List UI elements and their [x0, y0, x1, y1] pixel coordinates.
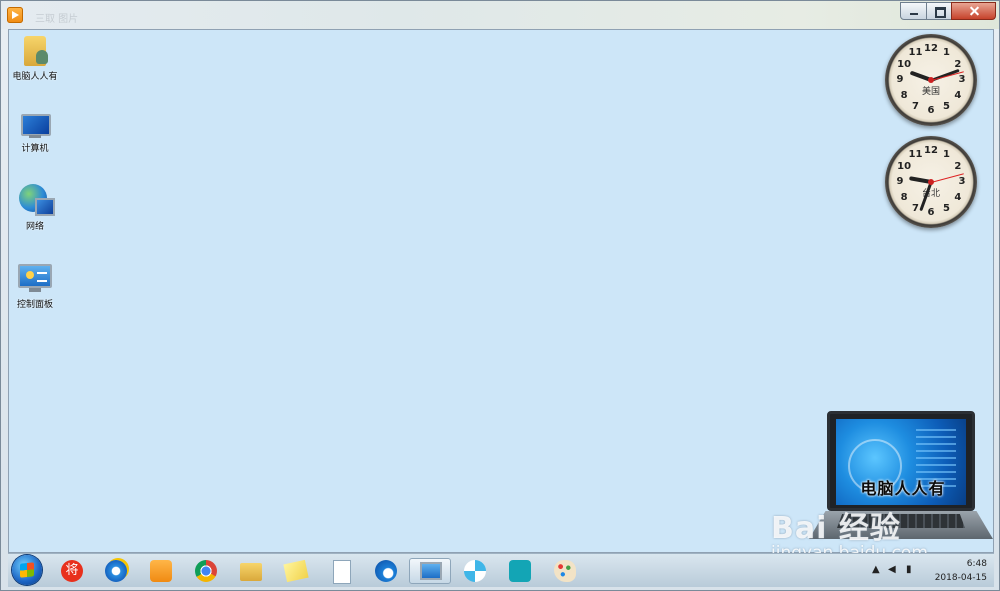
- clock-number: 9: [896, 176, 904, 187]
- clock-number: 7: [912, 100, 919, 112]
- network-signal-icon[interactable]: ▮: [906, 564, 912, 575]
- desktop-icon-user-folder[interactable]: 电脑人人有: [7, 36, 63, 82]
- minimize-button[interactable]: [900, 2, 927, 20]
- desktop-icon-label: 网络: [25, 222, 44, 232]
- clock-number: 6: [927, 207, 935, 218]
- control-panel-icon: [18, 264, 52, 294]
- document-icon: [333, 560, 351, 584]
- media-player-app-icon[interactable]: [7, 7, 23, 23]
- desktop-icon-label: 电脑人人有: [12, 72, 58, 82]
- desktop-icon-network[interactable]: 网络: [7, 184, 63, 232]
- clock-number: 4: [954, 89, 962, 101]
- tray-expand-icon[interactable]: ▲: [872, 564, 880, 575]
- clock-number: 5: [943, 202, 950, 214]
- clock-number: 8: [900, 89, 908, 101]
- clock-number: 8: [900, 191, 908, 203]
- clock-number: 2: [954, 160, 962, 172]
- clock-number: 4: [954, 191, 962, 203]
- taskbar-edge[interactable]: [372, 558, 400, 584]
- taskbar: 将 ▲ ◀ ▮ 6:48 2018-04-15: [8, 553, 994, 587]
- clock-number: 7: [912, 202, 919, 214]
- clock-number: 11: [908, 47, 923, 59]
- taskbar-media-player[interactable]: [147, 558, 175, 584]
- edge-icon: [375, 560, 397, 582]
- desktop-icon-computer[interactable]: 计算机: [7, 112, 63, 154]
- clock-number: 1: [943, 149, 950, 161]
- desktop-icon-control-panel[interactable]: 控制面板: [7, 264, 63, 310]
- paint-icon: [554, 560, 576, 582]
- clock-number: 11: [908, 149, 923, 161]
- clock-number: 9: [896, 74, 904, 85]
- computer-icon: [19, 112, 51, 138]
- clock-gadget-usa[interactable]: 美国 12 1 2 3 4 5 6 7 8 9 10 11: [885, 34, 977, 126]
- user-folder-icon: [24, 36, 48, 66]
- taskbar-file-explorer[interactable]: [237, 558, 265, 584]
- window-frame: 三取 图片 电脑人人有 计算机 网络 控制面板 美国 12 1 2 3 4 5 …: [0, 0, 1000, 591]
- start-button[interactable]: [12, 555, 42, 585]
- network-icon: [19, 184, 55, 216]
- pinwheel-icon: [464, 560, 486, 582]
- clock-number: 10: [897, 160, 912, 172]
- clock-number: 2: [954, 58, 962, 70]
- window-titlebar[interactable]: 三取 图片: [1, 1, 999, 29]
- maximize-button[interactable]: [926, 2, 952, 20]
- desktop-icon-label: 计算机: [21, 144, 49, 154]
- jiang-app-icon: 将: [61, 560, 83, 582]
- clock-number: 6: [927, 105, 935, 116]
- baidu-watermark: Bai 经验: [771, 511, 901, 546]
- tray-clock-date[interactable]: 2018-04-15: [925, 573, 987, 583]
- clock-number: 12: [924, 145, 938, 156]
- laptop-brand-text: 电脑人人有: [860, 479, 946, 498]
- internet-explorer-icon: [105, 560, 127, 582]
- close-button[interactable]: [951, 2, 996, 20]
- taskbar-control-panel[interactable]: [409, 558, 451, 584]
- taskbar-jiang-app[interactable]: 将: [58, 558, 86, 584]
- desktop-icon-label: 控制面板: [16, 300, 53, 310]
- clock-number: 10: [897, 58, 912, 70]
- media-player-icon: [150, 560, 172, 582]
- windows-logo-icon: [20, 562, 34, 578]
- file-explorer-icon: [240, 563, 262, 581]
- system-tray: ▲ ◀ ▮ 6:48 2018-04-15: [870, 558, 990, 584]
- taskbar-pinwheel-app[interactable]: [461, 558, 489, 584]
- clock-hub: [928, 179, 934, 185]
- taskbar-internet-explorer[interactable]: [102, 558, 130, 584]
- clock-city-label: 美国: [921, 87, 940, 97]
- clock-number: 1: [943, 47, 950, 59]
- clock-number: 5: [943, 100, 950, 112]
- taskbar-headset-app[interactable]: [506, 558, 534, 584]
- clock-number: 12: [924, 43, 938, 54]
- tray-clock-time[interactable]: 6:48: [939, 559, 987, 569]
- clock-hub: [928, 77, 934, 83]
- taskbar-chrome[interactable]: [192, 558, 220, 584]
- clock-gadget-taipei[interactable]: 台北 12 1 2 3 4 5 6 7 8 9 10 11: [885, 136, 977, 228]
- clock-number: 3: [958, 176, 966, 187]
- taskbar-paint[interactable]: [551, 558, 579, 584]
- taskbar-document[interactable]: [327, 558, 355, 584]
- control-panel-icon: [420, 562, 442, 580]
- clock-number: 3: [958, 74, 966, 85]
- clock-city-label: 台北: [921, 189, 940, 199]
- titlebar-faded-text: 三取 图片: [35, 14, 79, 25]
- headset-icon: [509, 560, 531, 582]
- taskbar-sticky-notes[interactable]: [282, 558, 310, 584]
- volume-icon[interactable]: ◀: [888, 564, 896, 575]
- chrome-icon: [195, 560, 217, 582]
- sticky-notes-icon: [283, 559, 309, 583]
